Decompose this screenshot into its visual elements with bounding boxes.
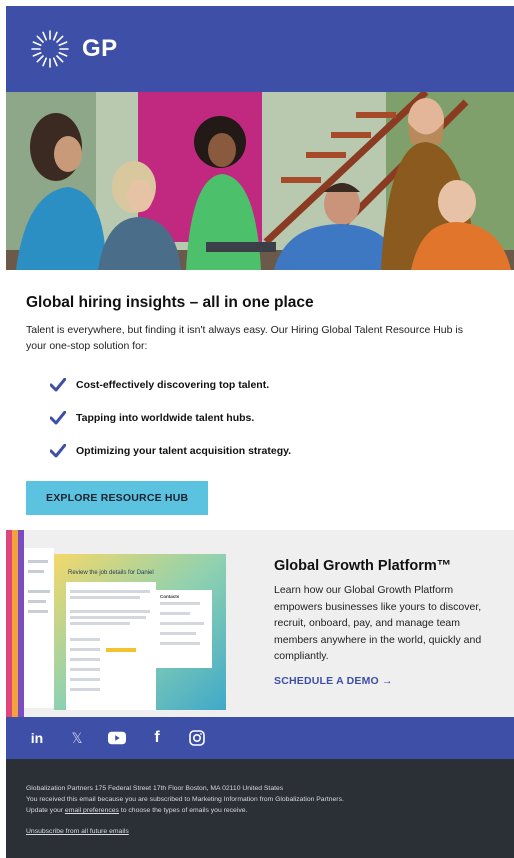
- youtube-icon[interactable]: [108, 729, 126, 747]
- footer-update-prefix: Update your: [26, 807, 65, 814]
- instagram-icon[interactable]: [188, 729, 206, 747]
- x-icon[interactable]: 𝕏: [68, 729, 86, 747]
- gp-logo[interactable]: GP: [28, 27, 118, 71]
- logo-text: GP: [82, 35, 118, 62]
- benefit-label: Cost-effectively discovering top talent.: [76, 378, 270, 391]
- footer-reason: You received this email because you are …: [26, 796, 344, 803]
- email-body: GP Global hiring insights – all in one p…: [6, 6, 514, 858]
- schedule-demo-link[interactable]: SCHEDULE A DEMO →: [274, 675, 393, 687]
- benefit-label: Optimizing your talent acquisition strat…: [76, 444, 292, 457]
- checkmark-icon: [50, 443, 66, 457]
- platform-description: Learn how our Global Growth Platform emp…: [274, 584, 482, 662]
- linkedin-icon[interactable]: in: [28, 729, 46, 747]
- hero-image: [6, 92, 514, 270]
- checkmark-icon: [50, 410, 66, 424]
- email-header: GP: [6, 6, 514, 92]
- platform-section: Review the job details for Daniel Contac…: [6, 530, 514, 717]
- facebook-icon[interactable]: f: [148, 729, 166, 747]
- benefit-item: Optimizing your talent acquisition strat…: [50, 434, 494, 467]
- intro-text: Talent is everywhere, but finding it isn…: [26, 324, 463, 352]
- email-preferences-link[interactable]: email preferences: [65, 807, 119, 814]
- footer-update-suffix: to choose the types of emails you receiv…: [118, 807, 248, 814]
- footer-address: Globalization Partners 175 Federal Stree…: [26, 785, 284, 792]
- sunburst-icon: [31, 30, 69, 68]
- platform-screenshot: Review the job details for Daniel Contac…: [6, 530, 226, 717]
- explore-resource-hub-button[interactable]: EXPLORE RESOURCE HUB: [26, 481, 209, 515]
- youtube-glyph: [108, 731, 126, 745]
- footer: Globalization Partners 175 Federal Stree…: [6, 759, 514, 858]
- main-content: Global hiring insights – all in one plac…: [6, 270, 514, 515]
- platform-text: Global Growth Platform™ Learn how our Gl…: [274, 558, 502, 689]
- benefits-list: Cost-effectively discovering top talent.…: [26, 368, 494, 467]
- headline: Global hiring insights – all in one plac…: [26, 294, 314, 311]
- group-photo: [6, 92, 514, 270]
- benefit-label: Tapping into worldwide talent hubs.: [76, 411, 255, 424]
- footer-preferences: Update your email preferences to choose …: [26, 805, 494, 816]
- unsubscribe-link[interactable]: Unsubscribe from all future emails: [26, 826, 494, 837]
- platform-title: Global Growth Platform™: [274, 558, 452, 574]
- platform-card-heading: Contacts: [160, 594, 180, 599]
- instagram-glyph: [189, 730, 205, 746]
- benefit-item: Tapping into worldwide talent hubs.: [50, 401, 494, 434]
- checkmark-icon: [50, 377, 66, 391]
- social-bar: in 𝕏 f: [6, 717, 514, 759]
- benefit-item: Cost-effectively discovering top talent.: [50, 368, 494, 401]
- platform-screen-title: Review the job details for Daniel: [68, 570, 154, 576]
